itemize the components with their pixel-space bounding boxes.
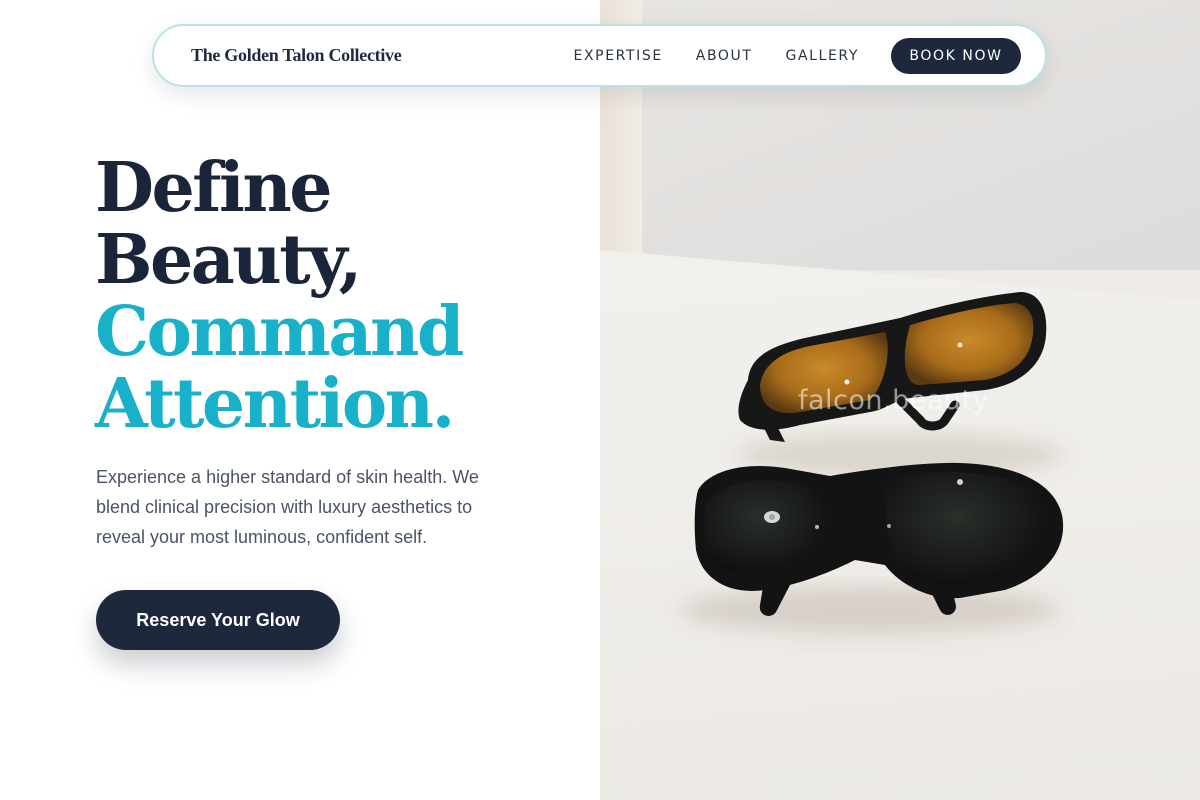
top-navbar: The Golden Talon Collective EXPERTISE AB… [152,24,1047,87]
brand-name[interactable]: The Golden Talon Collective [191,45,402,66]
hero-title-accent-line-1: Command [95,292,464,372]
hero-title-line-2: Beauty, [95,220,362,300]
book-now-button[interactable]: BOOK NOW [891,37,1021,74]
hero-description: Experience a higher standard of skin hea… [96,467,479,547]
nav-link-expertise[interactable]: EXPERTISE [574,48,663,64]
hero-title: Define Beauty, Command Attention. [95,148,464,444]
nav-link-about[interactable]: ABOUT [696,48,753,64]
photo-watermark: falcon.beauty [798,385,990,416]
nav-link-gallery[interactable]: GALLERY [786,48,859,64]
reserve-glow-button[interactable]: Reserve Your Glow [96,590,340,650]
hero-photo: falcon.beauty [600,0,1200,800]
hero-title-line-1: Define [95,148,333,228]
hero-title-accent-line-2: Attention. [95,364,455,444]
nav-links: EXPERTISE ABOUT GALLERY [574,48,859,64]
